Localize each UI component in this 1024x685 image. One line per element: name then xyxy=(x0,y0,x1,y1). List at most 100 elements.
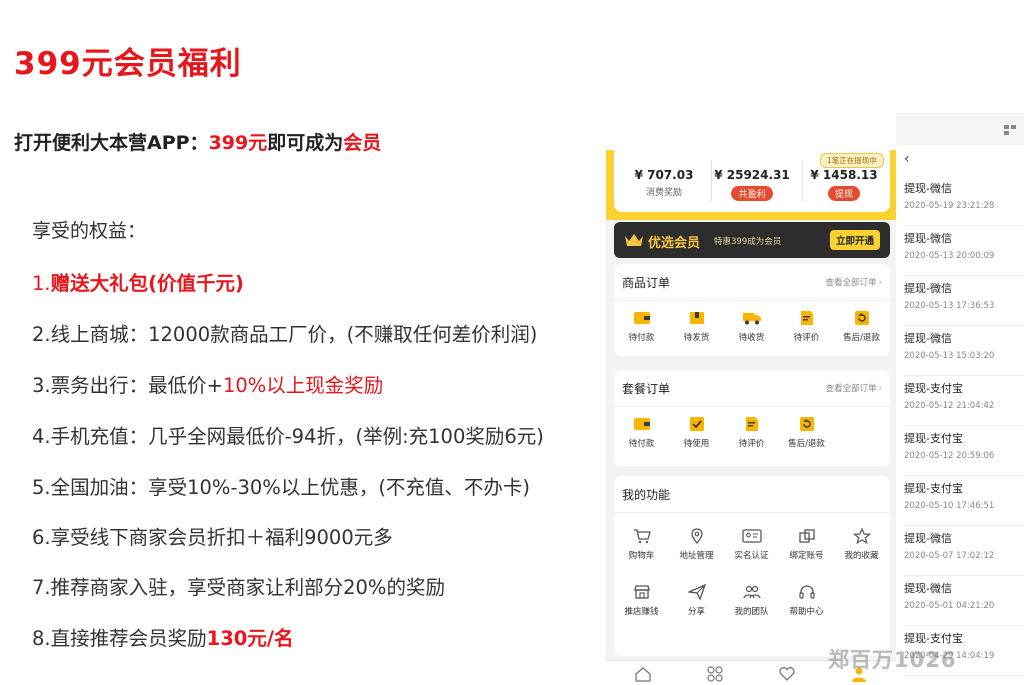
item-label: 我的收藏 xyxy=(844,551,879,561)
record-date: 2020-05-10 17:46:51 xyxy=(904,501,995,511)
withdrawal-record[interactable]: 提现-微信 2020-05-01 04:21:20 xyxy=(904,576,1024,626)
order-pending-review[interactable]: 待评价 xyxy=(779,310,834,343)
function-cart[interactable]: 购物车 xyxy=(614,528,669,561)
record-date: 2020-05-13 15:03:20 xyxy=(904,351,995,361)
vip-banner[interactable]: 优选会员 特惠399成为会员 立即开通 xyxy=(614,222,890,258)
function-realname[interactable]: 实名认证 xyxy=(724,528,779,561)
headset-icon xyxy=(798,585,815,599)
vip-description: 特惠399成为会员 xyxy=(714,237,782,247)
benefits-heading: 享受的权益： xyxy=(32,220,147,242)
function-my-team[interactable]: 我的团队 xyxy=(724,584,779,617)
earnings-card: 1笔正在提现中 ¥ 707.03 消费奖励 ¥ 25924.31 共盈利 ¥ 1… xyxy=(614,150,890,212)
box-icon xyxy=(689,312,704,324)
benefit-text: 享受线下商家会员折扣＋福利9000元多 xyxy=(50,526,393,549)
stat-value: ¥ 1458.13 xyxy=(810,168,878,182)
benefit-highlight: 130元/名 xyxy=(206,627,294,650)
status-bar xyxy=(896,113,1024,145)
benefit-text: 线上商城：12000款商品工厂价，(不赚取任何差价利润) xyxy=(50,323,538,346)
benefit-item: 4.手机充值：几乎全网最低价-94折，(举例:充100奖励6元) xyxy=(32,420,544,449)
withdrawal-record[interactable]: 提现-支付宝 2020-05-10 17:46:51 xyxy=(904,476,1024,526)
record-title: 提现-微信 xyxy=(904,232,952,245)
function-bind-account[interactable]: 绑定账号 xyxy=(779,528,834,561)
refund-icon xyxy=(799,417,814,431)
status-icons xyxy=(1004,125,1016,135)
package-after-sales[interactable]: 售后/退款 xyxy=(779,416,834,449)
slide-title: 399元会员福利 xyxy=(14,46,242,82)
link-account-icon xyxy=(798,529,815,543)
open-vip-button[interactable]: 立即开通 xyxy=(829,230,880,250)
withdrawal-record[interactable]: 提现-支付宝 2020-05-12 21:04:42 xyxy=(904,376,1024,426)
package-pending-review[interactable]: 待评价 xyxy=(724,416,779,449)
benefit-item: 5.全国加油：享受10%-30%以上优惠，(不充值、不办卡) xyxy=(32,471,530,500)
back-arrow-icon[interactable]: ‹ xyxy=(904,151,910,167)
order-pending-receipt[interactable]: 待收货 xyxy=(724,310,779,343)
category-icon[interactable] xyxy=(706,666,724,682)
benefit-number: 3. xyxy=(32,374,51,397)
stat-withdraw[interactable]: ¥ 1458.13 提现 xyxy=(798,168,890,201)
benefit-text: 全国加油：享受10%-30%以上优惠，(不充值、不办卡) xyxy=(50,476,531,499)
star-icon xyxy=(852,528,871,544)
order-pending-shipment[interactable]: 待发货 xyxy=(669,310,724,343)
heart-icon[interactable] xyxy=(778,666,796,682)
benefit-item: 8.直接推荐会员奖励130元/名 xyxy=(32,622,293,651)
record-date: 2020-05-13 20:00:09 xyxy=(904,251,995,261)
record-title: 提现-支付宝 xyxy=(904,432,963,445)
item-label: 售后/退款 xyxy=(788,439,825,449)
order-after-sales[interactable]: 售后/退款 xyxy=(834,310,889,343)
withdraw-button[interactable]: 提现 xyxy=(827,186,860,201)
benefit-number: 4. xyxy=(32,425,51,448)
card-title: 商品订单 xyxy=(622,276,671,290)
record-title: 提现-微信 xyxy=(904,332,952,345)
function-share[interactable]: 分享 xyxy=(669,584,724,617)
function-favorites[interactable]: 我的收藏 xyxy=(834,528,889,561)
team-icon xyxy=(742,585,761,599)
item-label: 待使用 xyxy=(683,439,710,449)
package-pending-use[interactable]: 待使用 xyxy=(669,416,724,449)
function-promote-store[interactable]: 推店赚钱 xyxy=(614,584,669,617)
withdrawal-record[interactable]: 提现-支付宝 2020-05-12 20:59:06 xyxy=(904,426,1024,476)
stat-value: ¥ 707.03 xyxy=(634,168,694,182)
item-label: 待付款 xyxy=(628,439,655,449)
home-icon[interactable] xyxy=(634,666,652,682)
view-all-orders-link[interactable]: 查看全部订单 › xyxy=(826,276,882,288)
item-label: 推店赚钱 xyxy=(624,607,659,617)
cart-icon xyxy=(633,529,651,544)
withdrawal-record[interactable]: 提现-微信 2020-05-13 15:03:20 xyxy=(904,326,1024,376)
review-icon xyxy=(745,417,758,431)
item-label: 绑定账号 xyxy=(789,551,824,561)
benefit-item: 7.推荐商家入驻，享受商家让利部分20%的奖励 xyxy=(32,571,445,600)
crown-icon xyxy=(625,234,643,246)
benefit-item: 1.赠送大礼包(价值千元) xyxy=(32,267,244,296)
benefit-number: 2. xyxy=(32,323,51,346)
record-date: 2020-05-12 21:04:42 xyxy=(904,401,995,411)
divider xyxy=(614,406,890,407)
record-date: 2020-05-12 20:59:06 xyxy=(904,451,995,461)
share-icon xyxy=(687,584,706,600)
item-label: 分享 xyxy=(687,607,705,617)
item-label: 待付款 xyxy=(628,333,655,343)
stat-total-profit[interactable]: ¥ 25924.31 共盈利 xyxy=(706,168,798,201)
function-help-center[interactable]: 帮助中心 xyxy=(779,584,834,617)
product-orders-card: 商品订单 查看全部订单 › 待付款 待发货 待收货 待评价 售后/退款 xyxy=(614,264,890,356)
intro-line: 打开便利大本营APP：399元即可成为会员 xyxy=(14,128,381,155)
withdrawal-record[interactable]: 提现-微信 2020-05-07 17:02:12 xyxy=(904,526,1024,576)
withdrawal-record[interactable]: 提现-微信 2020-05-13 20:00:09 xyxy=(904,226,1024,276)
vip-title: 优选会员 xyxy=(648,236,701,251)
record-title: 提现-微信 xyxy=(904,582,952,595)
item-label: 待评价 xyxy=(738,439,765,449)
package-pending-payment[interactable]: 待付款 xyxy=(614,416,669,449)
withdrawal-record[interactable]: 提现-微信 2020-05-19 23:21:28 xyxy=(904,176,1024,226)
benefit-text: 手机充值：几乎全网最低价-94折，(举例:充100奖励6元) xyxy=(50,425,544,448)
view-all-package-orders-link[interactable]: 查看全部订单 › xyxy=(826,382,882,394)
order-pending-payment[interactable]: 待付款 xyxy=(614,310,669,343)
benefit-item: 2.线上商城：12000款商品工厂价，(不赚取任何差价利润) xyxy=(32,318,537,347)
id-card-icon xyxy=(741,529,762,543)
item-label: 待评价 xyxy=(793,333,820,343)
withdrawal-record[interactable]: 提现-微信 2020-05-13 17:36:53 xyxy=(904,276,1024,326)
function-address[interactable]: 地址管理 xyxy=(669,528,724,561)
stat-consumption-reward[interactable]: ¥ 707.03 消费奖励 xyxy=(618,168,710,198)
benefit-text: 票务出行：最低价+ xyxy=(50,374,223,397)
intro-price: 399元 xyxy=(208,132,268,154)
item-label: 售后/退款 xyxy=(843,333,880,343)
divider xyxy=(614,300,890,301)
